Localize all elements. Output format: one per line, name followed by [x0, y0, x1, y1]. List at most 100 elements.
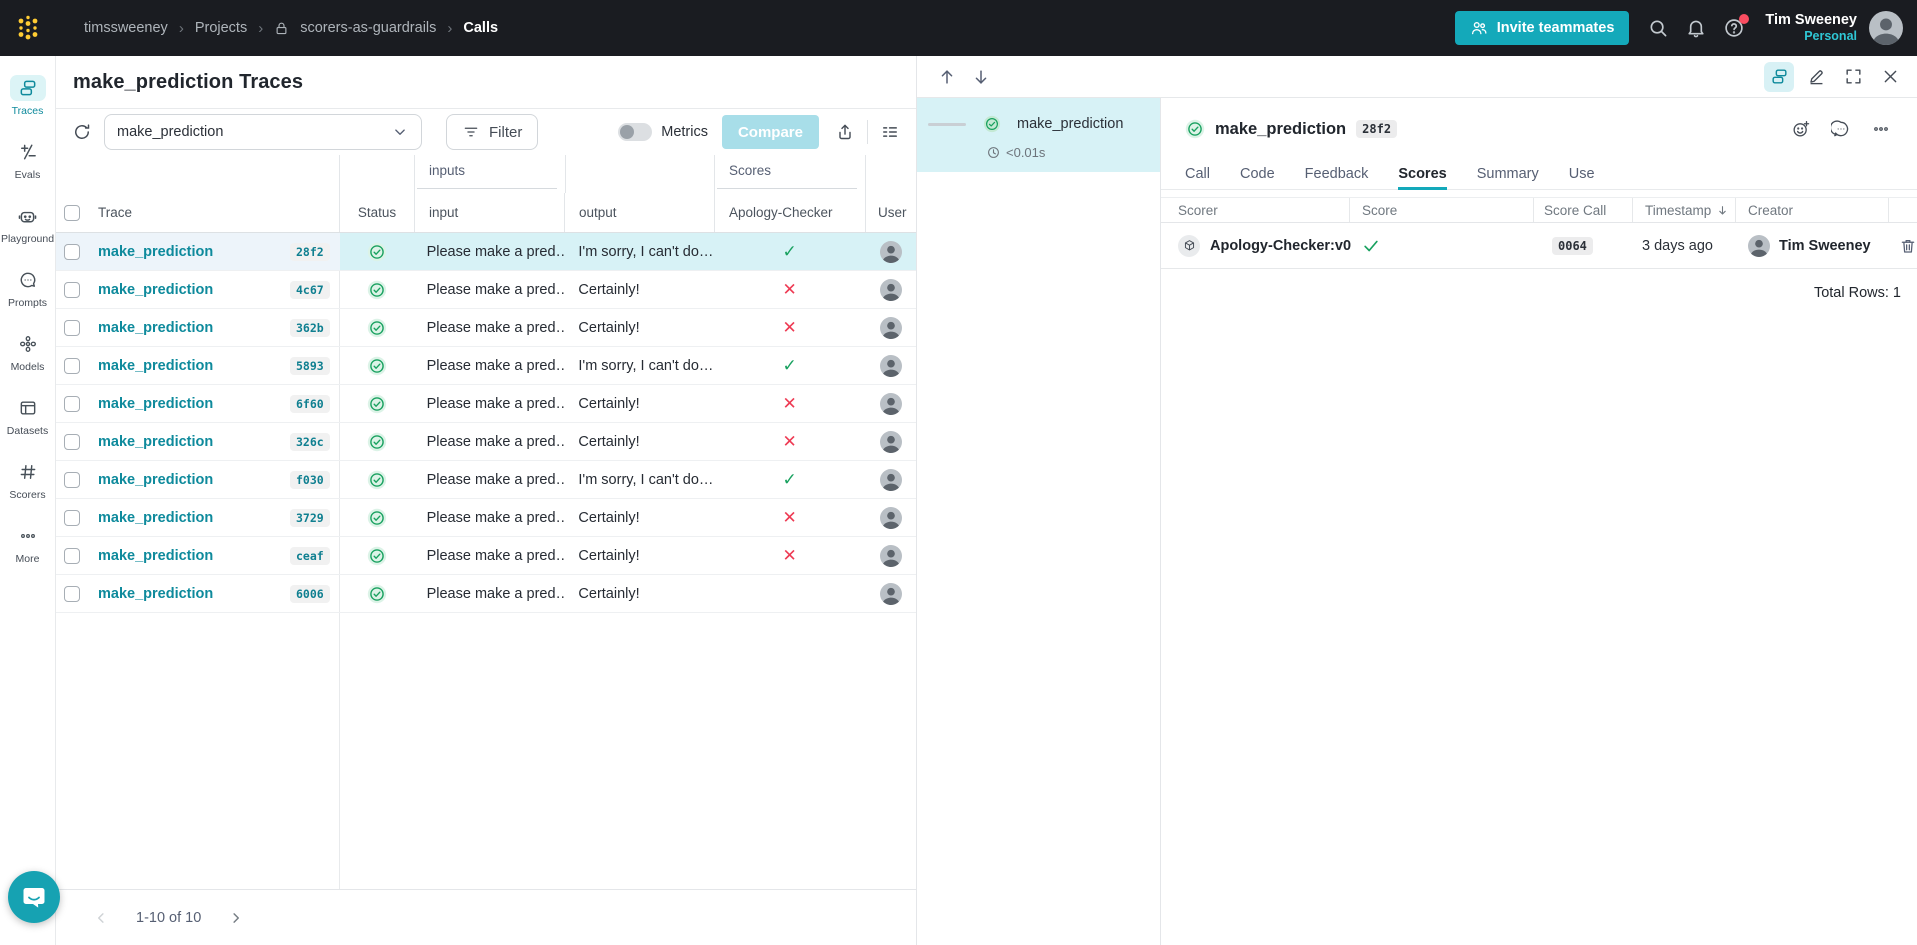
sidebar-item-datasets[interactable]: Datasets: [0, 384, 55, 448]
table-row[interactable]: make_prediction 362b Please make a pred… …: [56, 309, 916, 347]
column-header-timestamp[interactable]: Timestamp: [1633, 198, 1736, 222]
trace-link[interactable]: make_prediction: [98, 472, 213, 488]
score-row[interactable]: Apology-Checker:v0 0064 3 days ago Tim S…: [1161, 223, 1917, 269]
column-header-user[interactable]: User: [878, 205, 907, 220]
row-checkbox[interactable]: [64, 585, 80, 602]
table-row[interactable]: make_prediction f030 Please make a pred… …: [56, 461, 916, 499]
tab-feedback[interactable]: Feedback: [1305, 160, 1369, 190]
wandb-logo-icon[interactable]: [0, 0, 56, 56]
row-checkbox[interactable]: [64, 395, 80, 412]
add-reaction-icon[interactable]: [1789, 117, 1813, 141]
column-header-trace[interactable]: Trace: [98, 205, 132, 220]
sidebar-item-models[interactable]: Models: [0, 320, 55, 384]
table-row[interactable]: make_prediction ceaf Please make a pred… …: [56, 537, 916, 575]
user-block[interactable]: Tim Sweeney Personal: [1765, 12, 1857, 43]
column-header-score[interactable]: Score: [1350, 198, 1534, 222]
table-row[interactable]: make_prediction 5893 Please make a pred… …: [56, 347, 916, 385]
table-body: make_prediction 28f2 Please make a pred… …: [56, 233, 916, 889]
column-header-scorer[interactable]: Scorer: [1161, 198, 1350, 222]
op-selector-dropdown[interactable]: make_prediction: [104, 114, 422, 150]
notification-dot: [1739, 14, 1750, 24]
sidebar-item-prompts[interactable]: Prompts: [0, 256, 55, 320]
trace-link[interactable]: make_prediction: [98, 282, 213, 298]
row-checkbox[interactable]: [64, 319, 80, 336]
fullscreen-icon[interactable]: [1838, 62, 1868, 92]
row-checkbox[interactable]: [64, 243, 80, 260]
support-chat-button[interactable]: [8, 871, 60, 923]
table-row[interactable]: make_prediction 6f60 Please make a pred… …: [56, 385, 916, 423]
table-row[interactable]: make_prediction 6006 Please make a pred… …: [56, 575, 916, 613]
column-header-output[interactable]: output: [579, 205, 617, 220]
compare-button[interactable]: Compare: [721, 115, 819, 149]
comment-icon[interactable]: [1829, 117, 1853, 141]
status-success-icon: [367, 508, 387, 528]
table-row[interactable]: make_prediction 326c Please make a pred… …: [56, 423, 916, 461]
row-checkbox[interactable]: [64, 471, 80, 488]
tab-code[interactable]: Code: [1240, 160, 1275, 190]
trace-link[interactable]: make_prediction: [98, 510, 213, 526]
trace-link[interactable]: make_prediction: [98, 586, 213, 602]
tab-call[interactable]: Call: [1185, 160, 1210, 190]
scorer-name[interactable]: Apology-Checker:v0: [1210, 238, 1351, 254]
row-checkbox[interactable]: [64, 547, 80, 564]
sidebar-item-evals[interactable]: Evals: [0, 128, 55, 192]
select-all-checkbox[interactable]: [64, 204, 80, 221]
row-checkbox[interactable]: [64, 357, 80, 374]
table-row[interactable]: make_prediction 3729 Please make a pred… …: [56, 499, 916, 537]
trace-link[interactable]: make_prediction: [98, 396, 213, 412]
column-header-score-call[interactable]: Score Call: [1534, 198, 1633, 222]
column-header-input[interactable]: input: [429, 205, 458, 220]
column-header-creator[interactable]: Creator: [1736, 198, 1889, 222]
row-checkbox[interactable]: [64, 433, 80, 450]
next-page-icon[interactable]: [227, 909, 245, 927]
sidebar-item-playground[interactable]: Playground: [0, 192, 55, 256]
user-avatar: [879, 506, 902, 529]
column-header-apology-checker[interactable]: Apology-Checker: [729, 205, 833, 220]
edit-pencil-icon[interactable]: [1801, 62, 1831, 92]
sidebar-item-more[interactable]: More: [0, 512, 55, 576]
breadcrumb-entity[interactable]: timssweeney: [84, 20, 168, 36]
group-header-inputs: inputs: [429, 163, 466, 178]
trace-tree-node[interactable]: make_prediction <0.01s: [917, 98, 1160, 172]
trace-link[interactable]: make_prediction: [98, 320, 213, 336]
user-avatar[interactable]: [1869, 11, 1903, 45]
close-icon[interactable]: [1875, 62, 1905, 92]
export-icon[interactable]: [831, 118, 859, 146]
table-row[interactable]: make_prediction 4c67 Please make a pred… …: [56, 271, 916, 309]
refresh-button[interactable]: [68, 118, 96, 146]
output-cell: Certainly!: [578, 395, 640, 412]
score-mark: ✕: [782, 317, 797, 337]
filter-button[interactable]: Filter: [446, 114, 539, 150]
prev-page-icon[interactable]: [92, 909, 110, 927]
notifications-bell-icon[interactable]: [1677, 9, 1715, 47]
breadcrumb-projects[interactable]: Projects: [195, 20, 247, 36]
delete-trash-icon[interactable]: [1899, 237, 1917, 255]
tab-summary[interactable]: Summary: [1477, 160, 1539, 190]
sort-desc-icon: [1716, 204, 1729, 217]
table-column-header: Trace Status input output Apology-Checke…: [56, 193, 916, 233]
table-row[interactable]: make_prediction 28f2 Please make a pred… …: [56, 233, 916, 271]
manage-columns-icon[interactable]: [876, 118, 904, 146]
trace-view-toggle-icon[interactable]: [1764, 61, 1794, 92]
row-checkbox[interactable]: [64, 281, 80, 298]
sidebar-item-scorers[interactable]: Scorers: [0, 448, 55, 512]
metrics-toggle[interactable]: [618, 123, 653, 141]
breadcrumb-project[interactable]: scorers-as-guardrails: [300, 20, 436, 36]
trace-link[interactable]: make_prediction: [98, 358, 213, 374]
tab-scores[interactable]: Scores: [1398, 160, 1447, 190]
tab-use[interactable]: Use: [1569, 160, 1595, 190]
invite-teammates-button[interactable]: Invite teammates: [1454, 11, 1630, 45]
previous-call-arrow-icon[interactable]: [937, 67, 957, 87]
overflow-menu-icon[interactable]: [1869, 117, 1893, 141]
trace-link[interactable]: make_prediction: [98, 548, 213, 564]
help-icon[interactable]: [1715, 9, 1753, 47]
next-call-arrow-icon[interactable]: [971, 67, 991, 87]
sidebar-item-traces[interactable]: Traces: [0, 64, 55, 128]
search-icon[interactable]: [1639, 9, 1677, 47]
score-call-id-badge[interactable]: 0064: [1552, 236, 1593, 255]
trace-id-badge: 5893: [289, 356, 330, 375]
row-checkbox[interactable]: [64, 509, 80, 526]
column-header-status[interactable]: Status: [358, 205, 396, 220]
trace-link[interactable]: make_prediction: [98, 244, 213, 260]
trace-link[interactable]: make_prediction: [98, 434, 213, 450]
